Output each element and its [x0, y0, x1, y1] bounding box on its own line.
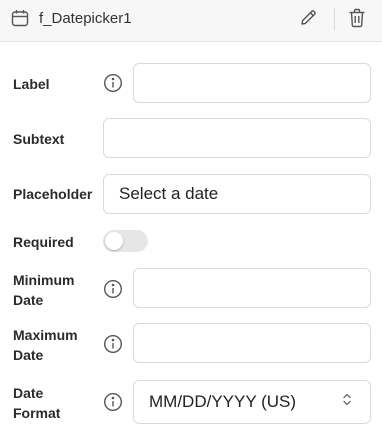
panel-header: f_Datepicker1 — [0, 0, 382, 42]
subtext-input[interactable] — [103, 118, 371, 158]
placeholder-input[interactable]: Select a date — [103, 174, 371, 214]
toggle-knob — [105, 232, 123, 250]
date-format-field-label-line1: Date — [13, 385, 44, 401]
date-format-select[interactable]: MM/DD/YYYY (US) — [133, 380, 371, 424]
info-icon[interactable] — [103, 73, 123, 93]
subtext-field-label: Subtext — [13, 131, 65, 147]
required-field-label: Required — [13, 234, 74, 250]
placeholder-input-value: Select a date — [119, 184, 219, 203]
pencil-icon[interactable] — [299, 8, 318, 32]
max-date-field-label-line2: Date — [13, 347, 44, 363]
min-date-field-label-line1: Minimum — [13, 272, 75, 288]
info-icon[interactable] — [103, 334, 123, 354]
label-field-label: Label — [13, 76, 50, 92]
calendar-icon — [11, 9, 29, 32]
info-icon[interactable] — [103, 279, 123, 299]
trash-icon[interactable] — [348, 8, 366, 33]
header-divider — [334, 8, 335, 30]
date-format-selected: MM/DD/YYYY (US) — [149, 392, 297, 411]
label-input[interactable] — [133, 63, 371, 103]
chevron-up-down-icon — [342, 393, 352, 412]
max-date-field-label-line1: Maximum — [13, 327, 78, 343]
date-format-field-label-line2: Format — [13, 405, 61, 421]
required-toggle[interactable] — [103, 230, 148, 252]
max-date-input[interactable] — [133, 323, 371, 363]
min-date-field-label-line2: Date — [13, 292, 44, 308]
min-date-input[interactable] — [133, 268, 371, 308]
component-title: f_Datepicker1 — [39, 10, 132, 27]
placeholder-field-label: Placeholder — [13, 186, 93, 202]
info-icon[interactable] — [103, 392, 123, 412]
